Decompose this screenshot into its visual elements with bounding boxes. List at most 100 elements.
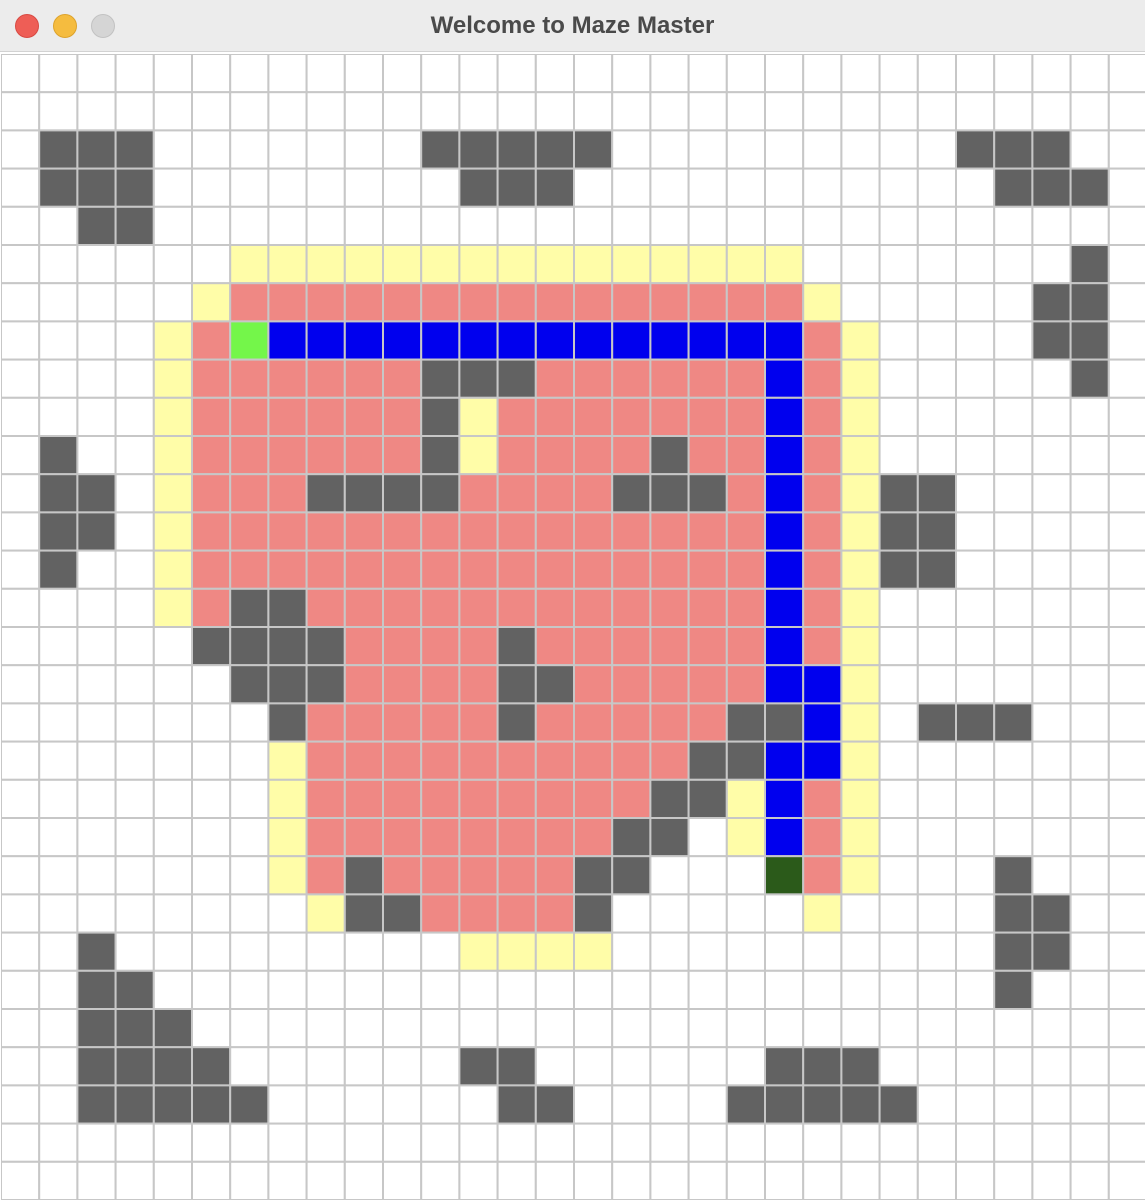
maze-cell-visited[interactable] [725,626,766,667]
maze-cell-empty[interactable] [1,129,41,170]
maze-cell-empty[interactable] [420,1008,461,1049]
maze-cell-empty[interactable] [1107,931,1145,972]
maze-cell-empty[interactable] [38,396,79,437]
maze-cell-empty[interactable] [1,740,41,781]
maze-cell-empty[interactable] [840,1122,881,1163]
maze-cell-empty[interactable] [267,1160,308,1200]
maze-cell-empty[interactable] [38,1008,79,1049]
maze-cell-visited[interactable] [611,778,652,819]
maze-cell-wall[interactable] [267,664,308,705]
maze-cell-empty[interactable] [955,1122,996,1163]
maze-cell-empty[interactable] [343,54,384,94]
maze-cell-empty[interactable] [611,167,652,208]
maze-cell-empty[interactable] [76,320,117,361]
maze-cell-empty[interactable] [878,893,919,934]
maze-cell-empty[interactable] [611,1160,652,1200]
maze-cell-empty[interactable] [305,969,346,1010]
maze-cell-frontier[interactable] [840,740,881,781]
maze-cell-empty[interactable] [1107,396,1145,437]
maze-cell-empty[interactable] [1,1008,41,1049]
maze-cell-empty[interactable] [955,587,996,628]
maze-cell-empty[interactable] [1107,91,1145,132]
maze-cell-empty[interactable] [916,664,957,705]
maze-cell-empty[interactable] [76,358,117,399]
maze-cell-empty[interactable] [152,817,194,858]
maze-cell-empty[interactable] [1107,320,1145,361]
maze-cell-visited[interactable] [267,435,308,476]
maze-cell-empty[interactable] [38,778,79,819]
maze-cell-wall[interactable] [496,129,537,170]
maze-cell-visited[interactable] [725,587,766,628]
maze-cell-empty[interactable] [878,435,919,476]
maze-cell-visited[interactable] [534,396,575,437]
maze-cell-visited[interactable] [573,358,614,399]
maze-cell-empty[interactable] [611,893,652,934]
maze-cell-empty[interactable] [38,1084,79,1125]
maze-cell-frontier[interactable] [152,320,194,361]
maze-cell-wall[interactable] [802,1084,843,1125]
maze-cell-empty[interactable] [1,320,41,361]
maze-cell-empty[interactable] [420,931,461,972]
maze-cell-visited[interactable] [458,817,499,858]
maze-cell-frontier[interactable] [267,855,308,896]
maze-cell-visited[interactable] [496,587,537,628]
maze-cell-empty[interactable] [534,969,575,1010]
maze-cell-empty[interactable] [1107,473,1145,514]
maze-cell-empty[interactable] [152,167,194,208]
maze-cell-visited[interactable] [573,664,614,705]
maze-cell-empty[interactable] [191,129,232,170]
maze-cell-empty[interactable] [114,54,155,94]
maze-cell-empty[interactable] [687,129,728,170]
maze-cell-empty[interactable] [267,931,308,972]
maze-cell-empty[interactable] [114,91,155,132]
maze-cell-visited[interactable] [573,626,614,667]
maze-cell-empty[interactable] [993,205,1034,247]
maze-cell-wall[interactable] [993,167,1034,208]
maze-cell-empty[interactable] [993,320,1034,361]
maze-cell-wall[interactable] [611,855,652,896]
maze-cell-frontier[interactable] [305,244,346,285]
maze-cell-wall[interactable] [496,626,537,667]
maze-cell-visited[interactable] [611,511,652,552]
maze-cell-empty[interactable] [802,1122,843,1163]
maze-cell-empty[interactable] [687,969,728,1010]
maze-cell-empty[interactable] [76,91,117,132]
maze-cell-empty[interactable] [114,549,155,590]
maze-cell-frontier[interactable] [802,282,843,323]
maze-cell-path[interactable] [764,817,805,858]
maze-cell-visited[interactable] [802,587,843,628]
maze-cell-visited[interactable] [191,358,232,399]
maze-cell-empty[interactable] [267,893,308,934]
maze-cell-empty[interactable] [343,1122,384,1163]
maze-cell-visited[interactable] [267,549,308,590]
maze-cell-visited[interactable] [229,282,270,323]
maze-cell-empty[interactable] [114,587,155,628]
maze-cell-frontier[interactable] [840,549,881,590]
maze-cell-empty[interactable] [1031,855,1072,896]
maze-cell-empty[interactable] [840,205,881,247]
maze-cell-empty[interactable] [1,587,41,628]
maze-cell-empty[interactable] [1107,740,1145,781]
maze-cell-empty[interactable] [38,664,79,705]
maze-cell-empty[interactable] [76,626,117,667]
maze-cell-empty[interactable] [878,740,919,781]
maze-cell-empty[interactable] [878,1160,919,1200]
maze-cell-wall[interactable] [458,129,499,170]
maze-canvas[interactable] [1,54,1145,1200]
maze-cell-empty[interactable] [955,435,996,476]
maze-cell-empty[interactable] [305,1084,346,1125]
maze-cell-path[interactable] [573,320,614,361]
maze-cell-empty[interactable] [955,320,996,361]
maze-cell-frontier[interactable] [840,358,881,399]
maze-cell-empty[interactable] [1069,855,1110,896]
maze-cell-empty[interactable] [955,54,996,94]
maze-cell-empty[interactable] [611,129,652,170]
maze-cell-empty[interactable] [267,1084,308,1125]
maze-cell-wall[interactable] [458,358,499,399]
maze-cell-empty[interactable] [191,244,232,285]
maze-cell-frontier[interactable] [305,893,346,934]
maze-cell-frontier[interactable] [840,587,881,628]
maze-cell-empty[interactable] [1069,1122,1110,1163]
maze-cell-wall[interactable] [649,817,690,858]
maze-cell-empty[interactable] [267,54,308,94]
